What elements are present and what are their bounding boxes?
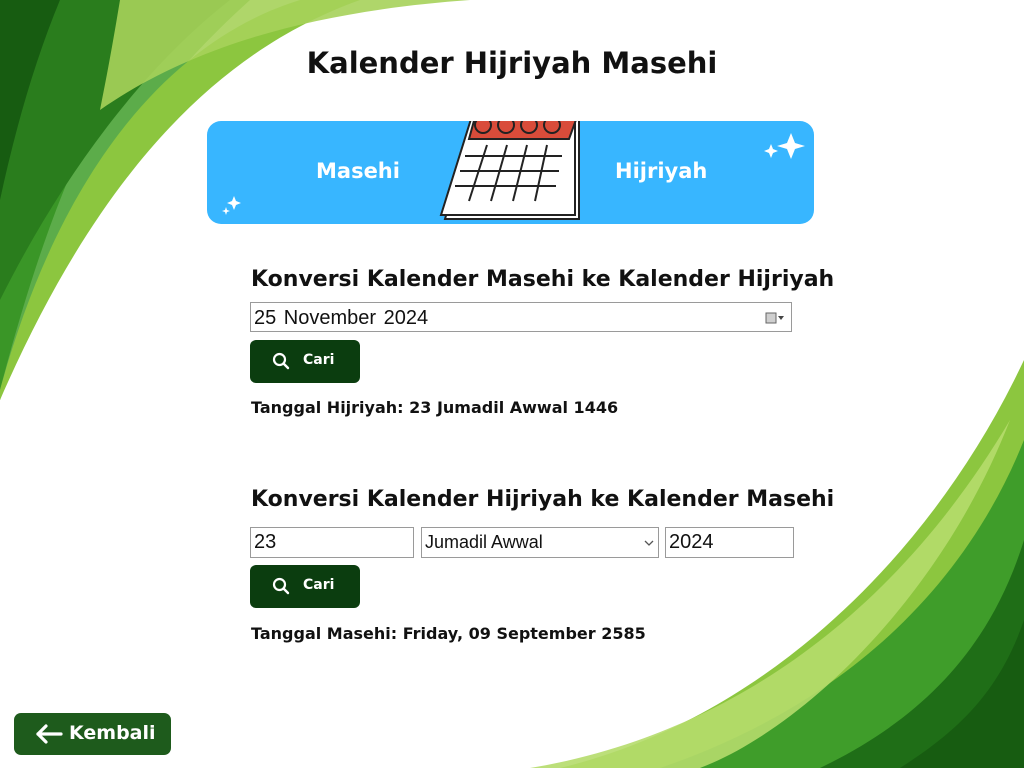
section-title-gregorian-to-hijri: Konversi Kalender Masehi ke Kalender Hij… [251, 267, 835, 292]
calendar-icon [439, 121, 580, 220]
gregorian-date-input[interactable]: 25 November 2024 [250, 302, 792, 332]
hijri-day-input[interactable]: 23 [250, 527, 414, 558]
search-icon [272, 577, 290, 595]
app-window: Kalender Hijriyah Masehi Masehi Hijriyah… [0, 0, 1024, 768]
arrow-left-icon [36, 724, 63, 744]
calendar-illustration [222, 121, 805, 220]
back-button[interactable]: Kembali [14, 713, 171, 755]
banner-label-hijriyah: Hijriyah [615, 159, 708, 183]
page-title: Kalender Hijriyah Masehi [306, 46, 718, 80]
gregorian-date-value: 25 November 2024 [254, 307, 429, 329]
calendar-banner: Masehi Hijriyah [207, 121, 814, 224]
section-title-hijri-to-gregorian: Konversi Kalender Hijriyah ke Kalender M… [251, 487, 835, 512]
search-button-label: Cari [303, 352, 335, 368]
hijri-year-input[interactable]: 2024 [665, 527, 794, 558]
hijri-month-value: Jumadil Awwal [425, 532, 543, 552]
chevron-down-icon [644, 540, 654, 546]
gregorian-result-text: Tanggal Masehi: Friday, 09 September 258… [251, 624, 646, 643]
search-icon [272, 352, 290, 370]
search-button-label: Cari [303, 577, 335, 593]
date-picker-icon[interactable] [765, 311, 785, 325]
search-gregorian-button[interactable]: Cari [250, 565, 360, 608]
hijri-month-select[interactable]: Jumadil Awwal [421, 527, 659, 558]
search-hijri-button[interactable]: Cari [250, 340, 360, 383]
leaf-background [0, 0, 1024, 768]
back-button-label: Kembali [69, 722, 156, 744]
hijri-result-text: Tanggal Hijriyah: 23 Jumadil Awwal 1446 [251, 398, 619, 417]
banner-label-masehi: Masehi [316, 159, 400, 183]
